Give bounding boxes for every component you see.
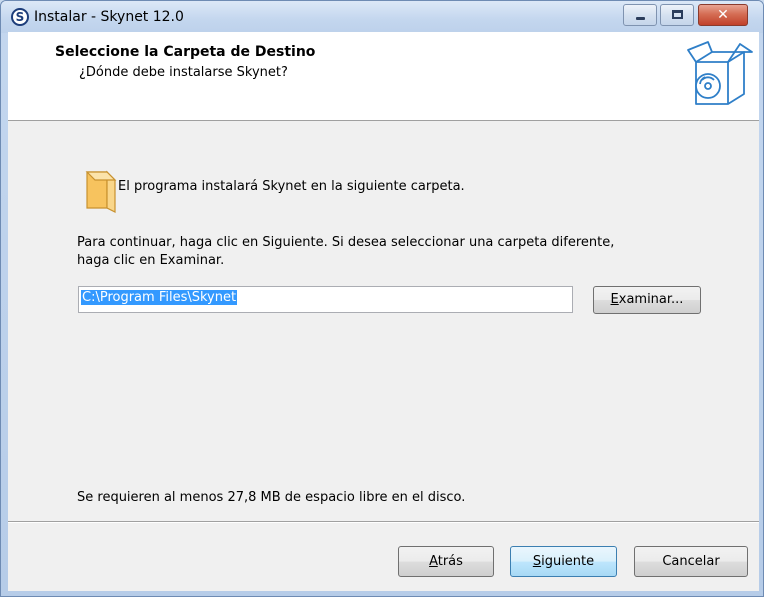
installer-window: S Instalar - Skynet 12.0 ✕ Seleccione la… (0, 0, 764, 597)
next-label: iguiente (541, 554, 595, 569)
instruction-line-2: haga clic en Examinar. (77, 253, 225, 268)
maximize-button[interactable] (660, 4, 694, 26)
footer-divider (8, 521, 759, 523)
browse-accelerator: E (610, 292, 619, 307)
back-button[interactable]: Atrás (398, 546, 494, 577)
page-title: Seleccione la Carpeta de Destino (55, 44, 316, 60)
close-icon: ✕ (717, 7, 729, 23)
space-required-text: Se requieren al menos 27,8 MB de espacio… (77, 490, 466, 505)
title-bar[interactable]: S Instalar - Skynet 12.0 ✕ (1, 1, 763, 33)
close-button[interactable]: ✕ (698, 4, 748, 26)
skynet-app-icon[interactable]: S (11, 8, 29, 26)
minimize-button[interactable] (623, 4, 657, 26)
next-accelerator: S (532, 554, 542, 569)
next-button[interactable]: Siguiente (510, 546, 617, 577)
browse-label: xaminar... (618, 292, 684, 307)
cancel-button[interactable]: Cancelar (634, 546, 748, 577)
destination-path-value: C:\Program Files\Skynet (81, 290, 238, 305)
maximize-icon (672, 10, 683, 19)
page-subtitle: ¿Dónde debe instalarse Skynet? (79, 65, 288, 80)
install-box-icon (687, 41, 753, 105)
minimize-icon (636, 17, 645, 20)
wizard-header: Seleccione la Carpeta de Destino ¿Dónde … (8, 32, 759, 121)
back-label: trás (437, 554, 463, 569)
instruction-text: Para continuar, haga clic en Siguiente. … (77, 234, 717, 270)
destination-path-input[interactable]: C:\Program Files\Skynet (78, 286, 573, 313)
back-accelerator: A (429, 554, 438, 569)
folder-icon (85, 170, 117, 213)
window-title: Instalar - Skynet 12.0 (34, 9, 184, 25)
dialog-client-area: Seleccione la Carpeta de Destino ¿Dónde … (8, 32, 759, 591)
instruction-line-1: Para continuar, haga clic en Siguiente. … (77, 235, 615, 250)
destination-message: El programa instalará Skynet en la sigui… (118, 179, 465, 194)
browse-button[interactable]: Examinar... (593, 286, 701, 314)
